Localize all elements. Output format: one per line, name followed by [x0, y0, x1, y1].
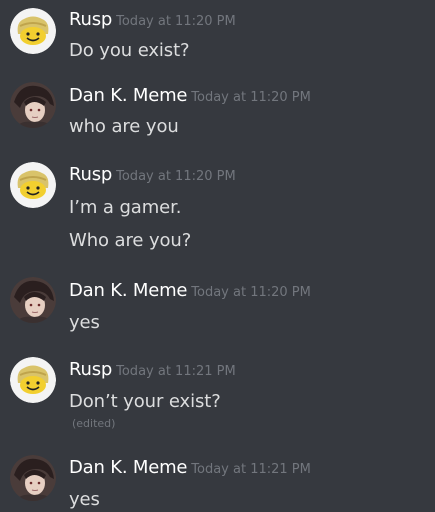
message-text: Do you exist?: [69, 40, 190, 61]
author-name[interactable]: Rusp: [69, 9, 112, 30]
author-name[interactable]: Dan K. Meme: [69, 457, 187, 478]
author-name[interactable]: Dan K. Meme: [69, 85, 187, 106]
anime-portrait-avatar[interactable]: [10, 82, 56, 128]
message-text: yes: [69, 312, 100, 333]
message-text: Don’t your exist?: [69, 391, 221, 412]
author-name[interactable]: Rusp: [69, 164, 112, 185]
smiley-hardhat-avatar[interactable]: [10, 162, 56, 208]
message-timestamp: Today at 11:20 PM: [191, 285, 311, 300]
chat-message-list: Rusp Today at 11:20 PM Do you exist? Dan …: [0, 0, 435, 512]
message-text: I’m a gamer.: [69, 197, 182, 218]
author-name[interactable]: Dan K. Meme: [69, 280, 187, 301]
message-timestamp: Today at 11:21 PM: [116, 364, 236, 379]
edited-label: (edited): [72, 417, 116, 430]
message-timestamp: Today at 11:20 PM: [116, 169, 236, 184]
message-text: who are you: [69, 116, 179, 137]
message-text: yes: [69, 489, 100, 510]
smiley-hardhat-avatar[interactable]: [10, 8, 56, 54]
message-text: Who are you?: [69, 230, 192, 251]
message-timestamp: Today at 11:20 PM: [116, 14, 236, 29]
anime-portrait-avatar[interactable]: [10, 277, 56, 323]
author-name[interactable]: Rusp: [69, 359, 112, 380]
anime-portrait-avatar[interactable]: [10, 455, 56, 501]
message-timestamp: Today at 11:21 PM: [191, 462, 311, 477]
smiley-hardhat-avatar[interactable]: [10, 357, 56, 403]
message-timestamp: Today at 11:20 PM: [191, 90, 311, 105]
